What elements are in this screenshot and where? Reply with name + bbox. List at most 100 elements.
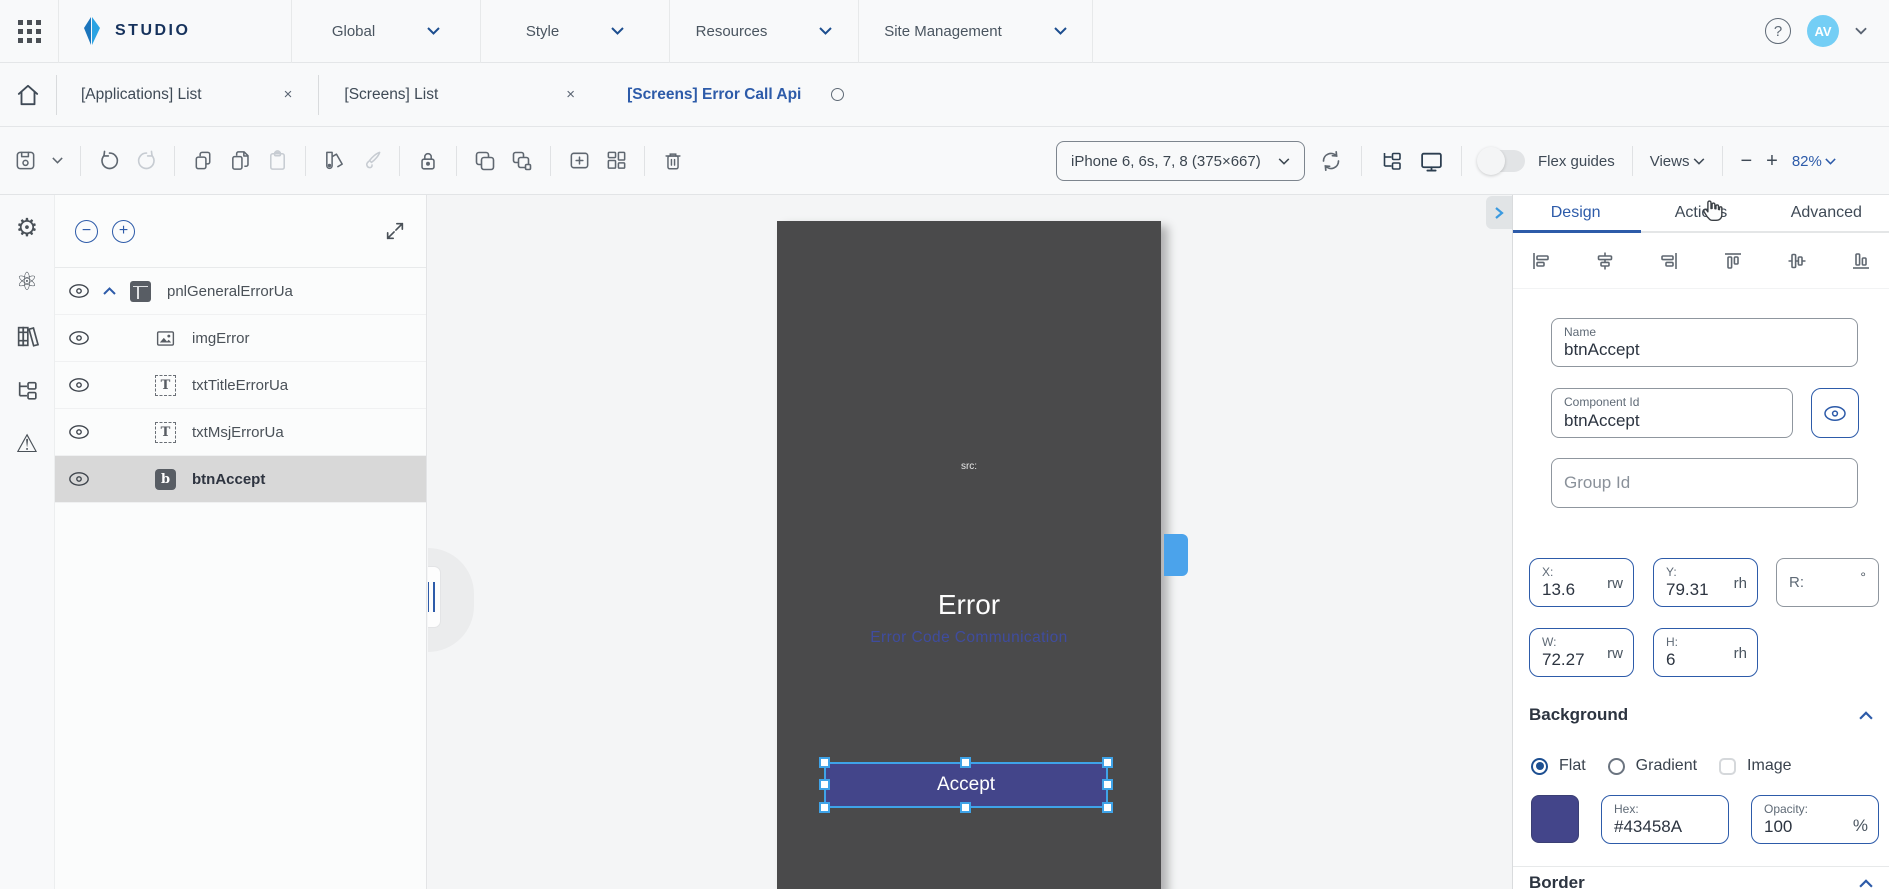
avatar-chevron-down-icon[interactable] — [1855, 27, 1867, 35]
menu-style[interactable]: Style — [481, 0, 669, 63]
preview-monitor-button[interactable] — [1418, 148, 1444, 174]
lock-button[interactable] — [415, 148, 441, 174]
align-top-button[interactable] — [1721, 249, 1745, 273]
save-button[interactable] — [12, 148, 38, 174]
sitemap-button[interactable] — [0, 363, 54, 417]
selection-handle-bottom-left[interactable] — [819, 802, 830, 813]
selection-handle-bottom-right[interactable] — [1102, 802, 1113, 813]
library-button[interactable] — [0, 309, 54, 363]
fill-option-gradient[interactable]: Gradient — [1608, 757, 1697, 775]
avatar[interactable]: AV — [1807, 15, 1839, 47]
selection-handle-top-right[interactable] — [1102, 757, 1113, 768]
undo-button[interactable] — [96, 148, 122, 174]
chevron-up-icon[interactable] — [1859, 711, 1873, 720]
layout-grid-button[interactable] — [603, 148, 629, 174]
warnings-button[interactable]: ⚠ — [0, 417, 54, 471]
layer-row-pnlgeneralerrorua[interactable]: pnlGeneralErrorUa — [55, 268, 426, 315]
align-left-button[interactable] — [1529, 249, 1553, 273]
menu-site-management[interactable]: Site Management — [859, 0, 1092, 63]
views-dropdown[interactable]: Views — [1650, 153, 1706, 170]
visibility-eye-icon[interactable] — [68, 471, 90, 487]
align-center-horizontal-button[interactable] — [1593, 249, 1617, 273]
tab-screens-error-call-api[interactable]: [Screens] Error Call Api — [579, 63, 844, 127]
apps-grid-button[interactable] — [0, 0, 58, 63]
tab-actions[interactable]: Actions — [1638, 195, 1763, 231]
save-options-button[interactable] — [49, 148, 65, 174]
height-field[interactable]: H: 6 rh — [1653, 628, 1758, 677]
align-right-button[interactable] — [1657, 249, 1681, 273]
error-subtitle-text[interactable]: Error Code Communication — [777, 629, 1161, 647]
zoom-level-dropdown[interactable]: 82% — [1792, 153, 1836, 170]
collapse-chevron-icon[interactable] — [103, 287, 116, 295]
border-section-header[interactable]: Border — [1529, 873, 1873, 889]
close-icon[interactable]: × — [562, 84, 579, 105]
layer-row-imgerror[interactable]: imgError — [55, 315, 426, 362]
refresh-button[interactable] — [1318, 148, 1344, 174]
add-frame-button[interactable] — [566, 148, 592, 174]
y-position-field[interactable]: Y: 79.31 rh — [1653, 558, 1758, 607]
menu-global[interactable]: Global — [292, 0, 480, 63]
maximize-panel-button[interactable] — [384, 220, 406, 242]
brush-button[interactable] — [358, 148, 384, 174]
rotation-field[interactable]: R: ° — [1776, 558, 1879, 607]
settings-button[interactable]: ⚙ — [0, 201, 54, 255]
fill-option-flat[interactable]: Flat — [1531, 757, 1586, 775]
group-id-field[interactable]: Group Id — [1551, 458, 1858, 508]
visibility-eye-icon[interactable] — [68, 377, 90, 393]
zoom-in-button[interactable]: + — [1766, 150, 1778, 173]
device-selector[interactable]: iPhone 6, 6s, 7, 8 (375×667) — [1056, 141, 1305, 181]
error-title-text[interactable]: Error — [777, 589, 1161, 621]
chevron-up-icon[interactable] — [1859, 879, 1873, 888]
hex-color-field[interactable]: Hex: #43458A — [1601, 795, 1729, 844]
background-section-header[interactable]: Background — [1529, 705, 1873, 725]
selection-handle-mid-right[interactable] — [1102, 779, 1113, 790]
tree-view-button[interactable] — [1379, 148, 1405, 174]
component-id-field[interactable]: Component Id btnAccept — [1551, 388, 1793, 438]
copy-button[interactable] — [190, 148, 216, 174]
opacity-field[interactable]: Opacity: 100 % — [1751, 795, 1879, 844]
design-canvas[interactable]: src: Error Error Code Communication Acce… — [428, 195, 1512, 889]
visibility-eye-icon[interactable] — [68, 330, 90, 346]
help-button[interactable]: ? — [1765, 18, 1791, 44]
unsaved-indicator-icon[interactable] — [831, 88, 844, 101]
panel-resize-handle[interactable] — [428, 566, 441, 628]
expand-all-button[interactable]: + — [112, 220, 135, 243]
tab-screens-list[interactable]: [Screens] List × — [319, 63, 579, 127]
ungroup-button[interactable] — [509, 148, 535, 174]
group-button[interactable] — [472, 148, 498, 174]
selection-handle-bottom-center[interactable] — [960, 802, 971, 813]
delete-button[interactable] — [660, 148, 686, 174]
tab-design[interactable]: Design — [1513, 195, 1638, 231]
name-field[interactable]: Name btnAccept — [1551, 318, 1858, 367]
selection-handle-top-center[interactable] — [960, 757, 971, 768]
duplicate-button[interactable] — [227, 148, 253, 174]
canvas-side-grabber[interactable] — [1164, 534, 1188, 576]
selection-handle-top-left[interactable] — [819, 757, 830, 768]
flex-guides-toggle[interactable] — [1479, 150, 1525, 172]
width-field[interactable]: W: 72.27 rw — [1529, 628, 1634, 677]
redo-button[interactable] — [133, 148, 159, 174]
tab-advanced[interactable]: Advanced — [1764, 195, 1889, 231]
layer-row-btnaccept[interactable]: b btnAccept — [55, 456, 426, 503]
component-id-visibility-button[interactable] — [1811, 388, 1859, 438]
x-position-field[interactable]: X: 13.6 rw — [1529, 558, 1634, 607]
visibility-eye-icon[interactable] — [68, 283, 90, 299]
inspector-collapse-tab[interactable] — [1486, 196, 1512, 229]
visibility-eye-icon[interactable] — [68, 424, 90, 440]
fill-option-image[interactable]: Image — [1719, 757, 1791, 775]
layer-row-txttitleerrorua[interactable]: T txtTitleErrorUa — [55, 362, 426, 409]
tab-applications-list[interactable]: [Applications] List × — [57, 63, 296, 127]
home-button[interactable] — [0, 63, 56, 127]
selection-handle-mid-left[interactable] — [819, 779, 830, 790]
components-button[interactable]: ⚛ — [0, 255, 54, 309]
layer-row-txtmsjerrorua[interactable]: T txtMsjErrorUa — [55, 409, 426, 456]
zoom-out-button[interactable]: − — [1740, 150, 1752, 173]
align-middle-vertical-button[interactable] — [1785, 249, 1809, 273]
align-bottom-button[interactable] — [1849, 249, 1873, 273]
background-color-swatch[interactable] — [1531, 795, 1579, 843]
theme-swatches-button[interactable] — [321, 148, 347, 174]
close-icon[interactable]: × — [280, 84, 297, 105]
paste-button[interactable] — [264, 148, 290, 174]
menu-resources[interactable]: Resources — [670, 0, 858, 63]
collapse-all-button[interactable]: − — [75, 220, 98, 243]
